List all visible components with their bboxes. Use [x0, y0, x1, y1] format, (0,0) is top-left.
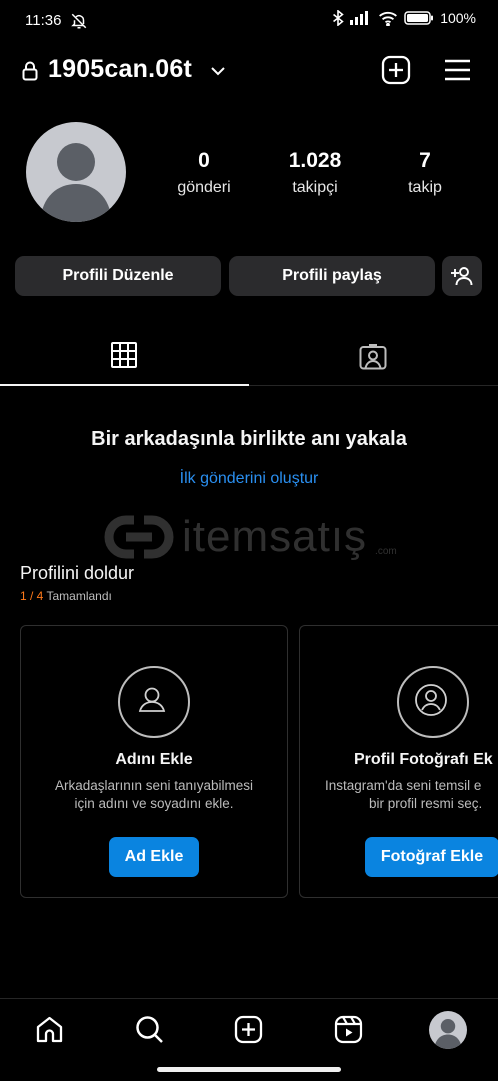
- add-person-icon: [451, 266, 473, 286]
- posts-label: gönderi: [177, 179, 231, 196]
- followers-label: takipçi: [292, 179, 338, 196]
- profile-photo-icon: [415, 684, 447, 716]
- following-stat[interactable]: 7 takip: [370, 149, 480, 197]
- card-icon-circle: [118, 666, 190, 738]
- notifications-muted-icon: [70, 12, 88, 30]
- progress-count: 1 / 4: [20, 589, 44, 603]
- card-description-line2: için adını ve soyadını ekle.: [74, 796, 234, 811]
- tab-grid[interactable]: [111, 342, 137, 368]
- watermark-text: itemsatış: [182, 512, 368, 561]
- card-title: Profil Fotoğrafı Ek: [354, 751, 493, 768]
- home-icon[interactable]: [35, 1015, 64, 1044]
- card-title: Adını Ekle: [115, 751, 193, 768]
- watermark-suffix: .com: [375, 545, 397, 557]
- lock-icon: [22, 61, 38, 81]
- account-username[interactable]: 1905can.06t: [48, 55, 192, 84]
- active-tab-indicator: [0, 384, 249, 386]
- person-icon: [138, 687, 166, 712]
- profile-avatar[interactable]: [26, 122, 126, 222]
- create-post-button[interactable]: [381, 55, 411, 85]
- battery-percent: 100%: [440, 10, 476, 26]
- card-description-line1: Instagram'da seni temsil e: [325, 778, 482, 793]
- posts-stat[interactable]: 0 gönderi: [149, 149, 259, 197]
- add-photo-card: Profil Fotoğrafı Ek Instagram'da seni te…: [299, 625, 498, 898]
- watermark-logo-icon: [104, 515, 174, 559]
- posts-count: 0: [198, 149, 210, 172]
- add-photo-button[interactable]: Fotoğraf Ekle: [365, 837, 498, 877]
- wifi-icon: [378, 11, 398, 26]
- card-description-line1: Arkadaşlarının seni tanıyabilmesi: [54, 778, 254, 793]
- add-name-card: Adını Ekle Arkadaşlarının seni tanıyabil…: [20, 625, 288, 898]
- card-icon-circle: [397, 666, 469, 738]
- followers-count: 1.028: [288, 149, 342, 172]
- chevron-down-icon[interactable]: [210, 63, 226, 79]
- home-indicator: [157, 1067, 341, 1072]
- edit-profile-button[interactable]: Profili Düzenle: [15, 256, 221, 296]
- complete-profile-progress: 1 / 4 Tamamlandı: [20, 589, 112, 603]
- card-description-line2: bir profil resmi seç.: [369, 796, 483, 811]
- share-profile-button[interactable]: Profili paylaş: [229, 256, 435, 296]
- complete-profile-title: Profilini doldur: [20, 563, 135, 583]
- battery-icon: [404, 11, 434, 25]
- discover-people-button[interactable]: [442, 256, 482, 296]
- progress-label: Tamamlandı: [46, 589, 112, 603]
- reels-icon[interactable]: [334, 1015, 363, 1044]
- following-count: 7: [419, 149, 431, 172]
- followers-stat[interactable]: 1.028 takipçi: [260, 149, 370, 197]
- add-name-button[interactable]: Ad Ekle: [109, 837, 199, 877]
- watermark: itemsatış .com: [104, 512, 397, 562]
- signal-icon: [350, 11, 372, 25]
- following-label: takip: [408, 179, 442, 196]
- bluetooth-icon: [332, 10, 344, 26]
- menu-icon[interactable]: [444, 58, 471, 82]
- profile-tab-avatar[interactable]: [429, 1011, 467, 1049]
- card-description: Arkadaşlarının seni tanıyabilmesi için a…: [21, 777, 287, 813]
- status-indicators: 100%: [332, 10, 476, 26]
- status-time: 11:36: [25, 12, 62, 29]
- create-icon[interactable]: [234, 1015, 263, 1044]
- empty-state-title: Bir arkadaşınla birlikte anı yakala: [91, 428, 407, 450]
- card-description: Instagram'da seni temsil e bir profil re…: [325, 777, 498, 813]
- tab-tagged[interactable]: [359, 342, 387, 370]
- create-first-post-link[interactable]: İlk gönderini oluştur: [0, 470, 498, 488]
- search-icon[interactable]: [135, 1015, 164, 1044]
